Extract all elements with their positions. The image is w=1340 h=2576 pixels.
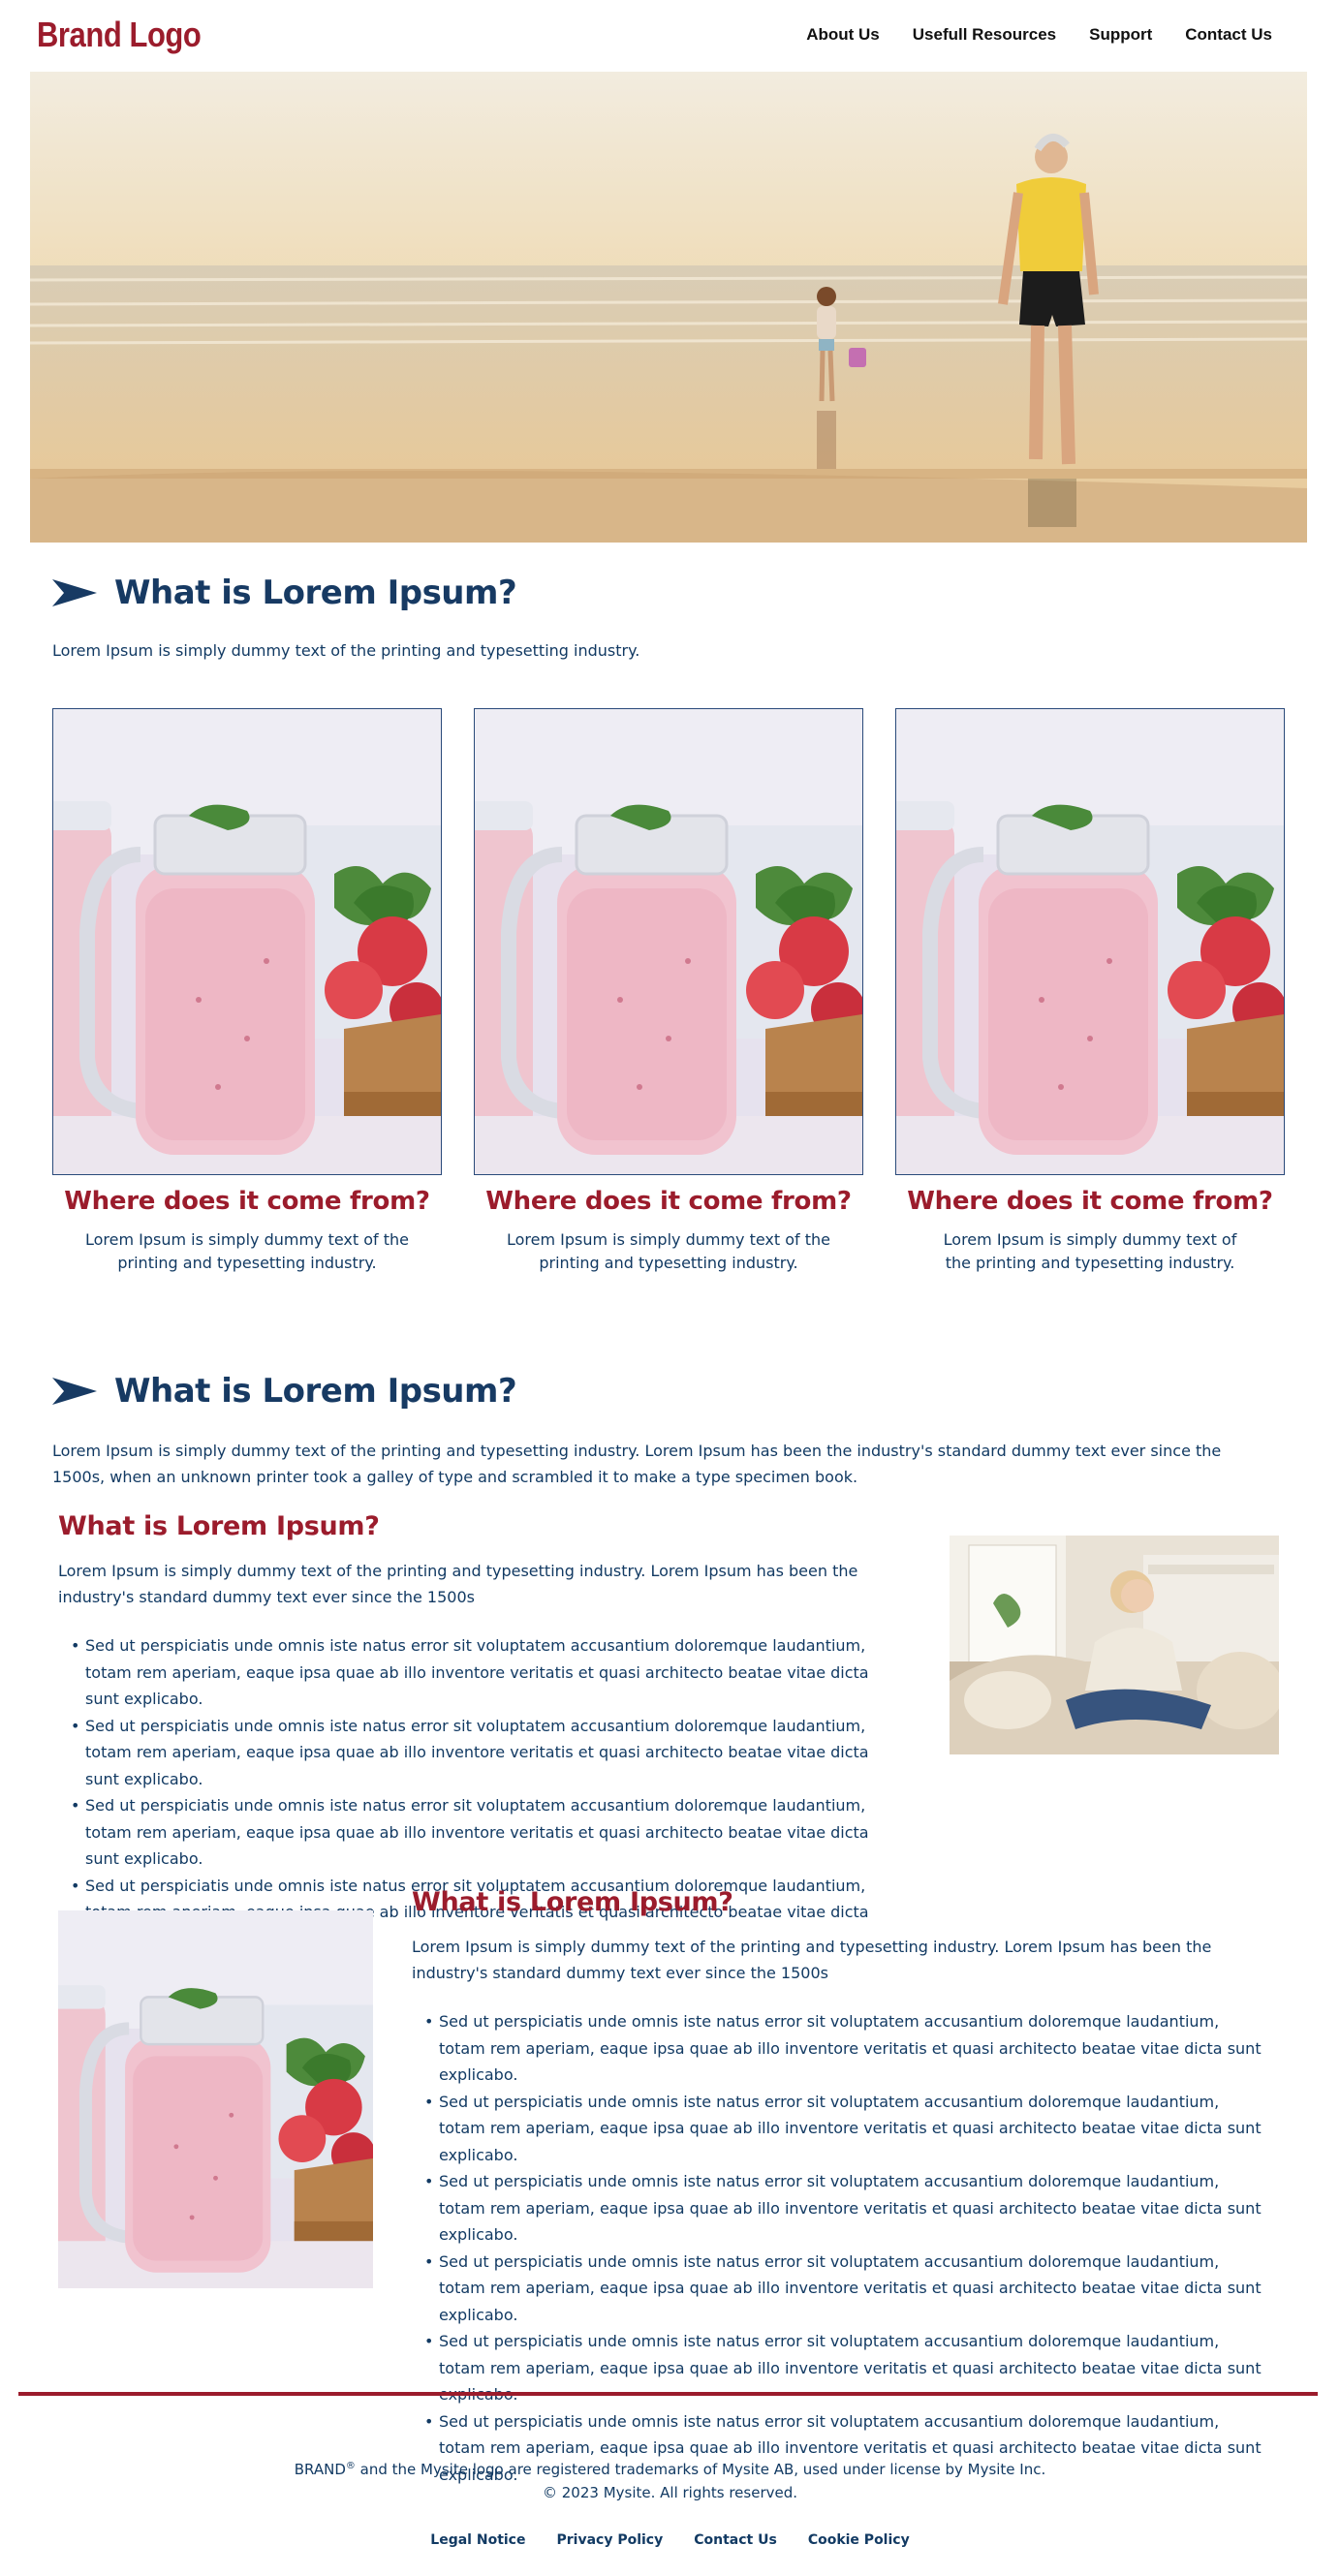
trademark-text: and the Mysite logo are registered trade… <box>355 2461 1046 2478</box>
block-text: Lorem Ipsum is simply dummy text of the … <box>58 1562 858 1606</box>
block-title: What is Lorem Ipsum? <box>412 1887 733 1917</box>
list-item: Sed ut perspiciatis unde omnis iste natu… <box>412 2168 1264 2249</box>
card-image <box>474 708 863 1175</box>
smoothie-image <box>58 1910 373 2288</box>
footer-copyright: © 2023 Mysite. All rights reserved. <box>542 2484 798 2501</box>
list-item: Sed ut perspiciatis unde omnis iste natu… <box>58 1792 891 1873</box>
card-title: Where does it come from? <box>485 1187 852 1216</box>
card-title: Where does it come from? <box>907 1187 1273 1216</box>
bullet-list: Sed ut perspiciatis unde omnis iste natu… <box>412 2008 1264 2488</box>
footer-link-contact-us[interactable]: Contact Us <box>694 2532 777 2548</box>
footer-link-legal-notice[interactable]: Legal Notice <box>430 2532 525 2548</box>
brand-logo[interactable]: Brand Logo <box>37 14 202 56</box>
section-intro: Lorem Ipsum is simply dummy text of the … <box>52 1442 1222 1486</box>
card-image <box>52 708 442 1175</box>
section-title: What is Lorem Ipsum? <box>114 574 517 612</box>
footer-link-privacy-policy[interactable]: Privacy Policy <box>556 2532 663 2548</box>
block-text: Lorem Ipsum is simply dummy text of the … <box>412 1938 1212 1982</box>
section-intro: Lorem Ipsum is simply dummy text of the … <box>52 641 640 660</box>
registered-mark: ® <box>345 2461 356 2471</box>
list-item: Sed ut perspiciatis unde omnis iste natu… <box>58 1713 891 1793</box>
footer-link-cookie-policy[interactable]: Cookie Policy <box>808 2532 910 2548</box>
list-item: Sed ut perspiciatis unde omnis iste natu… <box>412 2249 1264 2329</box>
nav-about-us[interactable]: About Us <box>806 23 880 47</box>
list-item: Sed ut perspiciatis unde omnis iste natu… <box>412 2089 1264 2169</box>
nav-support[interactable]: Support <box>1089 23 1152 47</box>
section-header-1: What is Lorem Ipsum? <box>52 570 517 616</box>
nav-contact-us[interactable]: Contact Us <box>1185 23 1272 47</box>
footer-links: Legal Notice Privacy Policy Contact Us C… <box>0 2532 1340 2548</box>
footer-divider <box>18 2392 1318 2396</box>
list-item: Sed ut perspiciatis unde omnis iste natu… <box>412 2328 1264 2408</box>
arrow-right-icon <box>52 579 97 606</box>
hero-image <box>30 72 1307 543</box>
nav-useful-resources[interactable]: Usefull Resources <box>913 23 1056 47</box>
arrow-right-icon <box>52 1378 97 1405</box>
trademark-brand: BRAND <box>294 2461 346 2478</box>
woman-sofa-image <box>950 1536 1279 1754</box>
card-text: Lorem Ipsum is simply dummy text of the … <box>943 1230 1237 1272</box>
card-title: Where does it come from? <box>64 1187 430 1216</box>
section-title: What is Lorem Ipsum? <box>114 1372 517 1411</box>
card-text: Lorem Ipsum is simply dummy text of the … <box>506 1230 831 1272</box>
list-item: Sed ut perspiciatis unde omnis iste natu… <box>58 1632 891 1713</box>
main-nav: About Us Usefull Resources Support Conta… <box>773 23 1272 47</box>
list-item: Sed ut perspiciatis unde omnis iste natu… <box>412 2008 1264 2089</box>
footer-trademark: BRAND® and the Mysite logo are registere… <box>0 2454 1340 2482</box>
section-header-2: What is Lorem Ipsum? <box>52 1368 517 1414</box>
block-title: What is Lorem Ipsum? <box>58 1511 380 1541</box>
card-text: Lorem Ipsum is simply dummy text of the … <box>84 1230 410 1272</box>
card-image <box>895 708 1285 1175</box>
